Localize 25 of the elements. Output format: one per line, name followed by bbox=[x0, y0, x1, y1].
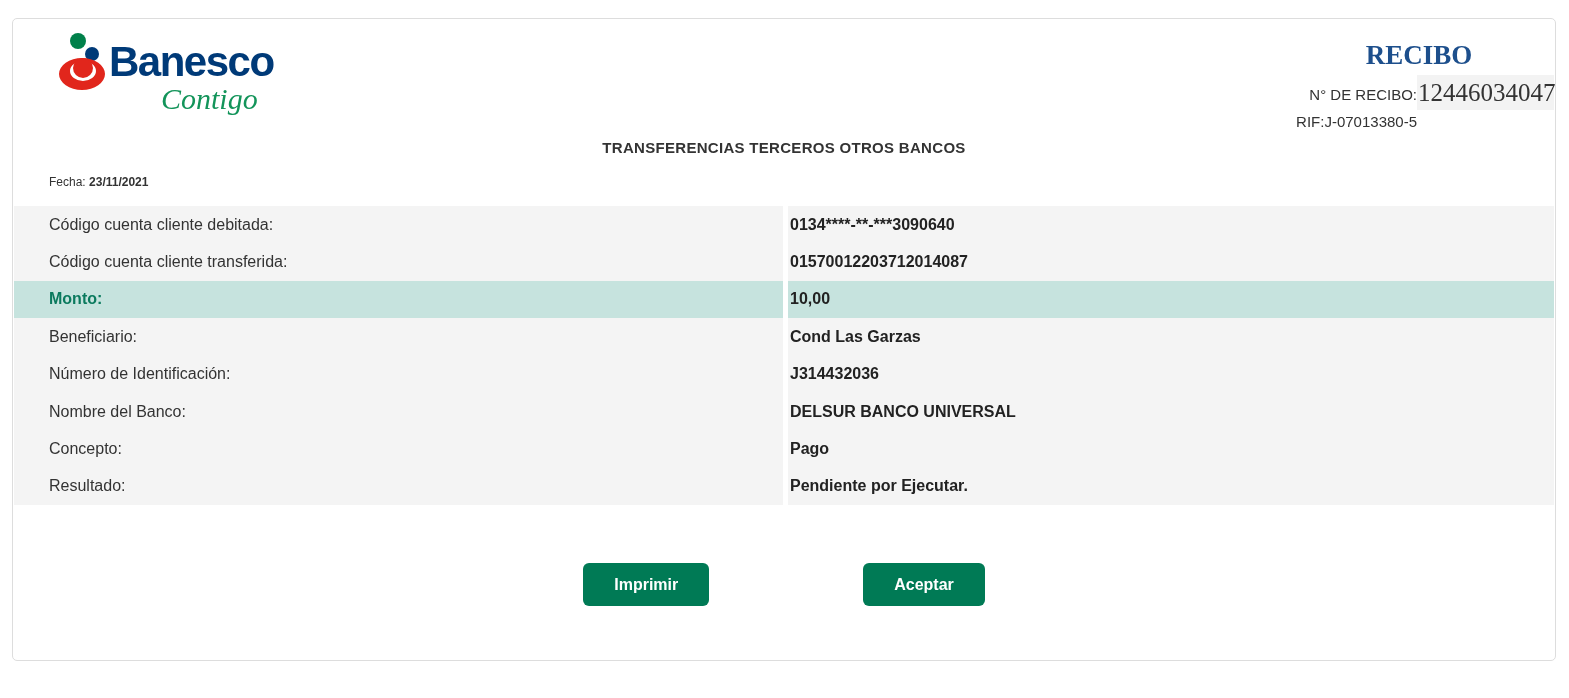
label-cell: Número de Identificación: bbox=[14, 355, 783, 393]
heading-text: TRANSFERENCIAS TERCEROS OTROS BANCOS bbox=[602, 139, 966, 157]
value-cell: J314432036 bbox=[788, 355, 1554, 393]
value-cell: Pendiente por Ejecutar. bbox=[788, 467, 1554, 506]
value-cell: Pago bbox=[788, 430, 1554, 468]
date-text: Fecha: 23/11/2021 bbox=[49, 175, 149, 189]
value-cell: Cond Las Garzas bbox=[788, 318, 1554, 356]
rif-text: RIF:J-07013380-5 bbox=[1296, 113, 1417, 131]
receipt-title: RECIBO bbox=[1365, 40, 1473, 70]
label-cell: Nombre del Banco: bbox=[14, 392, 783, 431]
receipt-number: 12446034047 bbox=[1417, 75, 1554, 110]
accept-button[interactable]: Aceptar bbox=[863, 563, 985, 607]
value-cell: 01570012203712014087 bbox=[788, 243, 1554, 281]
value-cell: DELSUR BANCO UNIVERSAL bbox=[788, 392, 1554, 431]
value-cell: 10,00 bbox=[788, 280, 1554, 319]
label-cell: Resultado: bbox=[14, 467, 783, 506]
label-cell: Código cuenta cliente debitada: bbox=[14, 206, 783, 244]
label-cell: Concepto: bbox=[14, 430, 783, 468]
label-cell: Monto: bbox=[14, 280, 783, 319]
receipt-number-label: N° DE RECIBO: bbox=[1309, 86, 1417, 104]
label-cell: Beneficiario: bbox=[14, 318, 783, 356]
value-cell: 0134****-**-***3090640 bbox=[788, 206, 1554, 244]
label-cell: Código cuenta cliente transferida: bbox=[14, 243, 783, 281]
print-button[interactable]: Imprimir bbox=[583, 563, 710, 607]
logo-icon bbox=[58, 31, 108, 91]
